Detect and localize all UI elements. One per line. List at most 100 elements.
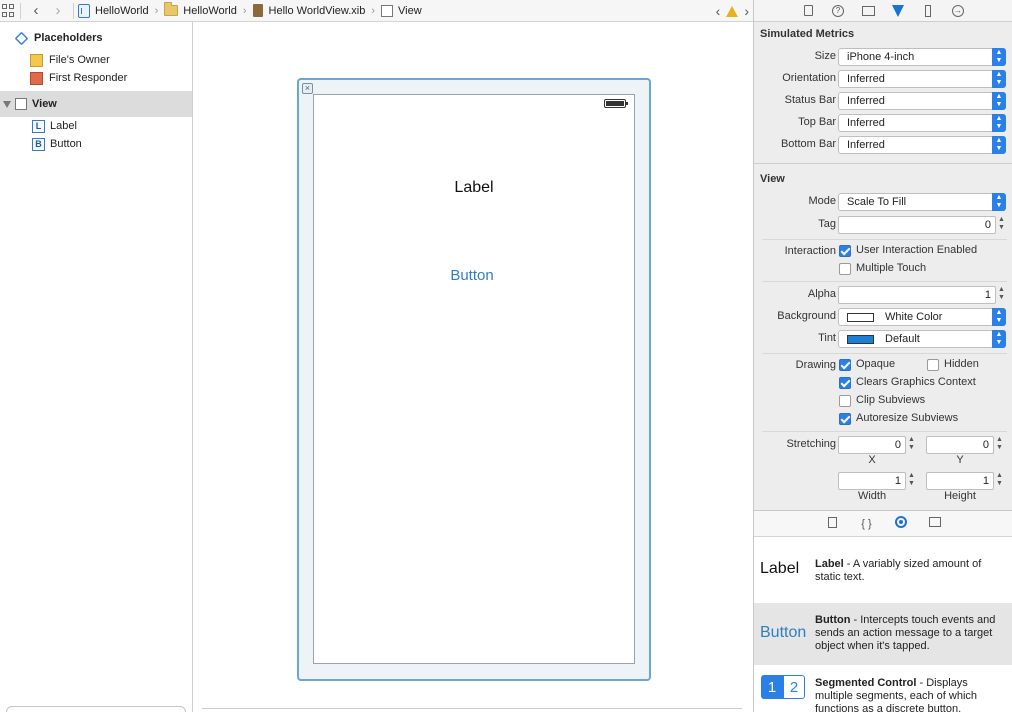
multiple-touch-row: Multiple Touch (754, 260, 1012, 280)
alpha-field[interactable]: 1 (838, 286, 996, 304)
file-template-library-tab[interactable] (826, 516, 840, 531)
stretch-width-stepper[interactable]: ▲ ▼ (907, 472, 916, 490)
status-bar-popup[interactable]: Inferred ▲ ▼ (838, 92, 1006, 110)
arrow-circle-icon: → (952, 4, 964, 17)
popup-value: White Color (885, 311, 943, 323)
quick-help-tab[interactable]: ? (830, 3, 846, 19)
orientation-popup[interactable]: Inferred ▲ ▼ (838, 70, 1006, 88)
file-icon (803, 5, 813, 16)
outline-placeholders-header[interactable]: Placeholders (0, 29, 192, 47)
popup-value: iPhone 4-inch (847, 51, 915, 63)
breadcrumb-project[interactable]: HelloWorld (95, 5, 149, 17)
field-label: Tint (818, 332, 836, 344)
library-item-label[interactable]: Label Label - A variably sized amount of… (754, 538, 1012, 602)
warning-icon[interactable] (726, 5, 739, 17)
related-items-icon[interactable] (2, 3, 16, 18)
updown-arrows-icon: ▲ ▼ (992, 193, 1006, 211)
stretch-height-stepper[interactable]: ▲ ▼ (995, 472, 1004, 490)
popup-value: Scale To Fill (847, 196, 907, 208)
attributes-icon (892, 4, 904, 17)
mode-popup[interactable]: Scale To Fill ▲ ▼ (838, 193, 1006, 211)
view-scene[interactable]: × Label Button (297, 78, 651, 681)
user-interaction-checkbox[interactable] (839, 245, 851, 257)
attributes-inspector-tab[interactable] (890, 3, 906, 19)
previous-issue-icon[interactable]: ‹ (716, 3, 721, 19)
library-item-segmented-control[interactable]: 12 Segmented Control - Displays multiple… (754, 666, 1012, 712)
autoresize-subviews-checkbox[interactable] (839, 413, 851, 425)
close-icon[interactable]: × (302, 83, 313, 94)
inspector-selector-bar: ? → (754, 0, 1012, 22)
background-row: Background White Color ▲ ▼ (754, 307, 1012, 327)
outline-item-files-owner[interactable]: File's Owner (0, 51, 192, 69)
view-icon (381, 4, 394, 17)
breadcrumb-view[interactable]: View (398, 5, 422, 17)
stretch-height-field[interactable]: 1 (926, 472, 994, 490)
stretch-x-stepper[interactable]: ▲ ▼ (907, 436, 916, 454)
files-owner-icon (30, 53, 43, 67)
autoresize-row: Autoresize Subviews (754, 410, 1012, 430)
canvas-button[interactable]: Button (314, 267, 630, 284)
stretch-y-stepper[interactable]: ▲ ▼ (995, 436, 1004, 454)
tag-field[interactable]: 0 (838, 216, 996, 234)
braces-icon: { } (861, 517, 872, 530)
alpha-stepper[interactable]: ▲ ▼ (997, 286, 1006, 304)
document-outline: Placeholders File's Owner First Responde… (0, 22, 193, 712)
next-issue-icon[interactable]: › (744, 3, 749, 19)
library-item-description: Button - Intercepts touch events and sen… (815, 614, 1005, 653)
bottom-bar-row: Bottom Bar Inferred ▲ ▼ (754, 135, 1012, 155)
field-label: Mode (808, 195, 836, 207)
chevron-right-icon: › (371, 4, 376, 17)
jump-bar-divider (20, 2, 21, 19)
stretch-y-field[interactable]: 0 (926, 436, 994, 454)
identity-inspector-tab[interactable] (860, 3, 876, 19)
stretch-width-field[interactable]: 1 (838, 472, 906, 490)
top-bar-popup[interactable]: Inferred ▲ ▼ (838, 114, 1006, 132)
breadcrumb-group[interactable]: HelloWorld (183, 5, 237, 17)
forward-arrow-icon[interactable]: › (47, 1, 69, 21)
file-inspector-tab[interactable] (800, 3, 816, 19)
outline-item-label[interactable]: L Label (0, 117, 192, 135)
code-snippet-library-tab[interactable]: { } (860, 518, 874, 530)
breadcrumb-file[interactable]: Hello WorldView.xib (269, 5, 366, 17)
library-item-button[interactable]: Button Button - Intercepts touch events … (754, 603, 1012, 665)
multiple-touch-checkbox[interactable] (839, 263, 851, 275)
first-responder-icon (30, 71, 43, 85)
orientation-row: Orientation Inferred ▲ ▼ (754, 69, 1012, 89)
size-inspector-tab[interactable] (920, 3, 936, 19)
outline-item-first-responder[interactable]: First Responder (0, 69, 192, 87)
field-label: Size (814, 50, 836, 62)
disclosure-triangle-icon[interactable] (3, 100, 11, 108)
media-library-tab[interactable] (928, 517, 942, 530)
outline-item-view[interactable]: View (0, 91, 192, 117)
bottom-bar-popup[interactable]: Inferred ▲ ▼ (838, 136, 1006, 154)
updown-arrows-icon: ▲ ▼ (992, 92, 1006, 110)
clears-graphics-checkbox[interactable] (839, 377, 851, 389)
file-icon (828, 516, 837, 528)
size-popup[interactable]: iPhone 4-inch ▲ ▼ (838, 48, 1006, 66)
hidden-checkbox[interactable] (927, 359, 939, 371)
tag-stepper[interactable]: ▲ ▼ (997, 216, 1006, 234)
size-row: Size iPhone 4-inch ▲ ▼ (754, 47, 1012, 67)
x-caption: X (868, 454, 876, 466)
top-bar-row: Top Bar Inferred ▲ ▼ (754, 113, 1012, 133)
interface-builder-canvas[interactable]: × Label Button (194, 22, 753, 712)
button-preview: Button (760, 624, 807, 641)
question-icon: ? (832, 4, 844, 17)
back-arrow-icon[interactable]: ‹ (25, 1, 47, 21)
media-icon (928, 517, 941, 527)
canvas-label[interactable]: Label (314, 179, 634, 197)
root-view[interactable]: Label Button (313, 94, 635, 664)
clip-subviews-checkbox[interactable] (839, 395, 851, 407)
stretch-x-field[interactable]: 0 (838, 436, 906, 454)
object-library-tab[interactable] (894, 516, 908, 531)
tag-row: Tag 0 ▲ ▼ (754, 215, 1012, 235)
library-item-description: Segmented Control - Displays multiple se… (815, 677, 1005, 712)
opaque-checkbox[interactable] (839, 359, 851, 371)
tint-row: Tint Default ▲ ▼ (754, 329, 1012, 349)
canvas-bottom-bar (202, 708, 742, 712)
outline-filter-field[interactable] (6, 706, 186, 712)
outline-item-button[interactable]: B Button (0, 135, 192, 153)
connections-inspector-tab[interactable]: → (950, 3, 966, 19)
tint-color-swatch[interactable] (847, 335, 874, 344)
background-color-swatch[interactable] (847, 313, 874, 322)
